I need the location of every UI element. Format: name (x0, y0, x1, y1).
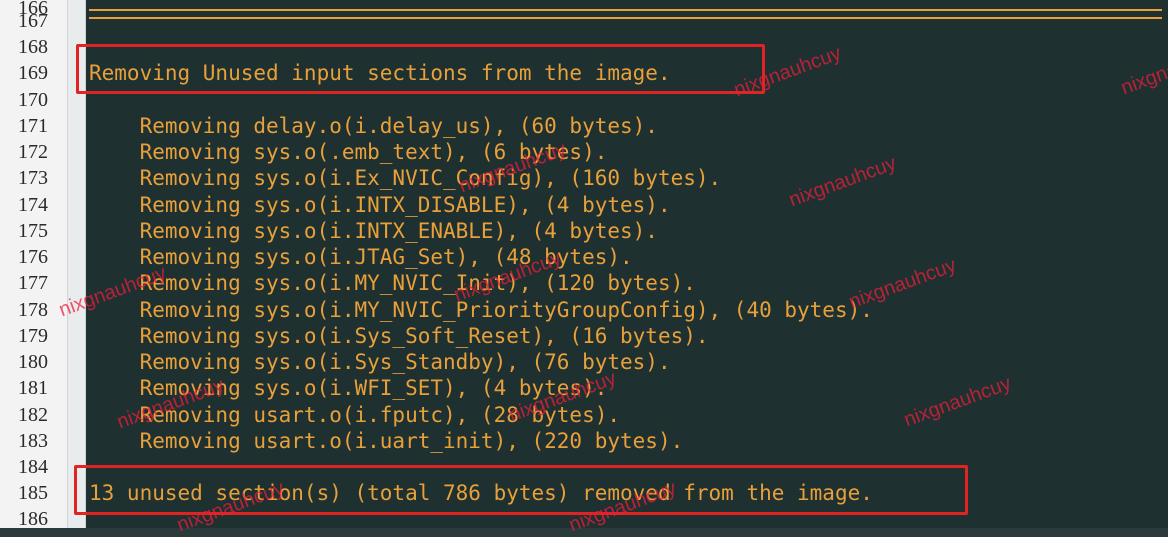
line-number: 173 (18, 167, 48, 189)
line-number: 181 (18, 377, 48, 399)
line-number: 172 (18, 141, 48, 163)
removal-line: Removing sys.o(i.MY_NVIC_PriorityGroupCo… (89, 298, 873, 322)
line-number: 171 (18, 115, 48, 137)
line-number: 179 (18, 325, 48, 347)
line-number: 170 (18, 89, 48, 111)
line-number-gutter: 166 167 168 169 170 171 172 173 174 175 … (0, 0, 68, 530)
removal-line: Removing sys.o(i.WFI_SET), (4 bytes). (89, 376, 608, 400)
line-number: 168 (18, 36, 48, 58)
removal-line: Removing sys.o(i.INTX_ENABLE), (4 bytes)… (89, 219, 658, 243)
line-number: 167 (18, 10, 48, 32)
removal-line: Removing sys.o(i.Sys_Standby), (76 bytes… (89, 350, 671, 374)
removal-line: Removing sys.o(i.MY_NVIC_Init), (120 byt… (89, 271, 696, 295)
line-number: 175 (18, 220, 48, 242)
highlight-box-summary (74, 465, 968, 515)
removal-line: Removing sys.o(.emb_text), (6 bytes). (89, 140, 608, 164)
line-number: 174 (18, 194, 48, 216)
line-number: 183 (18, 430, 48, 452)
removal-line: Removing usart.o(i.fputc), (28 bytes). (89, 403, 621, 427)
line-number: 176 (18, 246, 48, 268)
line-number: 182 (18, 404, 48, 426)
removal-line: Removing sys.o(i.JTAG_Set), (48 bytes). (89, 245, 633, 269)
line-number: 169 (18, 62, 48, 84)
removal-line: Removing sys.o(i.Ex_NVIC_Config), (160 b… (89, 166, 722, 190)
line-number: 180 (18, 351, 48, 373)
removal-line: Removing delay.o(i.delay_us), (60 bytes)… (89, 114, 658, 138)
separator-line (89, 9, 1162, 19)
removal-line: Removing sys.o(i.INTX_DISABLE), (4 bytes… (89, 193, 671, 217)
removal-line: Removing usart.o(i.uart_init), (220 byte… (89, 429, 684, 453)
line-number: 186 (18, 508, 48, 530)
line-number: 177 (18, 272, 48, 294)
line-number: 184 (18, 456, 48, 478)
line-number: 178 (18, 299, 48, 321)
removal-line: Removing sys.o(i.Sys_Soft_Reset), (16 by… (89, 324, 709, 348)
highlight-box-header (76, 44, 765, 94)
line-number: 185 (18, 482, 48, 504)
